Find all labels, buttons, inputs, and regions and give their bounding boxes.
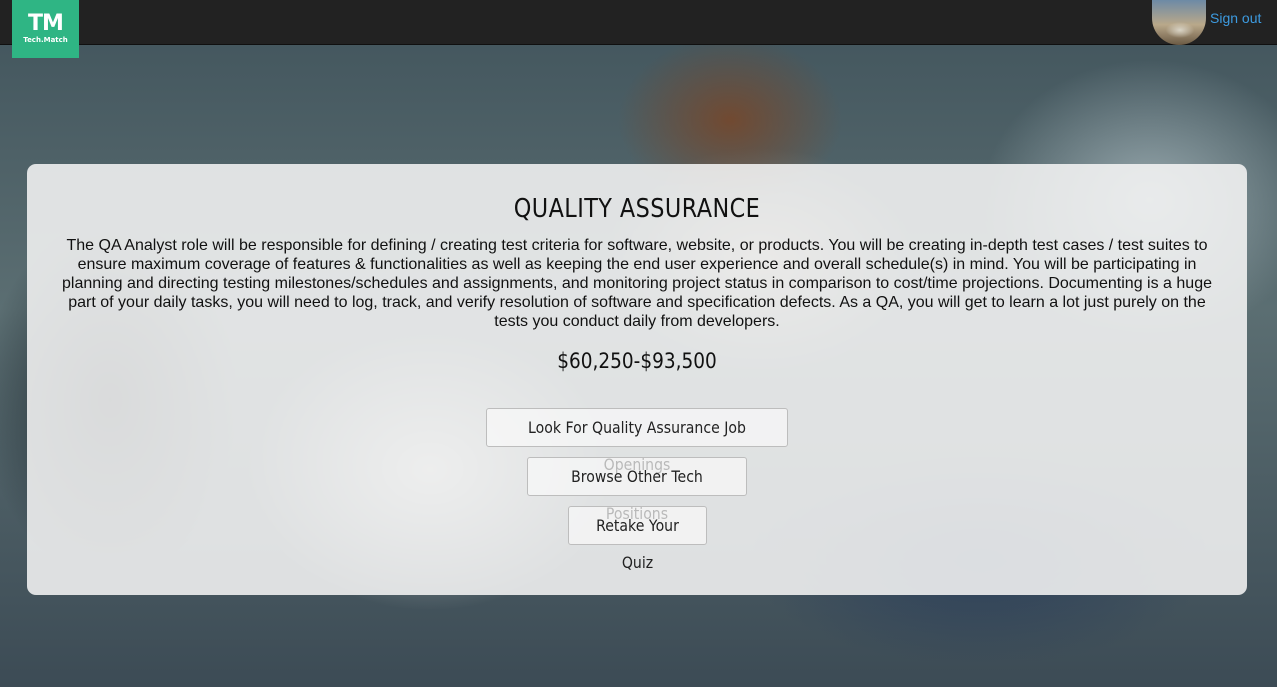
result-card: QUALITY ASSURANCE The QA Analyst role wi… bbox=[27, 164, 1247, 595]
logo-text: Tech.Match bbox=[23, 36, 68, 44]
position-description: The QA Analyst role will be responsible … bbox=[62, 237, 1212, 330]
sign-out-link[interactable]: Sign out bbox=[1210, 10, 1261, 26]
user-avatar[interactable] bbox=[1152, 0, 1206, 45]
salary-range: $60,250-$93,500 bbox=[557, 349, 717, 373]
top-navbar: Sign out bbox=[0, 0, 1277, 45]
position-title: QUALITY ASSURANCE bbox=[513, 194, 761, 224]
retake-quiz-button-label: Retake Your Quiz bbox=[596, 516, 679, 572]
retake-quiz-button[interactable]: Retake Your Quiz bbox=[568, 506, 707, 572]
logo-mark: TM bbox=[28, 11, 64, 36]
browse-positions-button[interactable]: Browse Other Tech Positions bbox=[527, 457, 747, 523]
job-openings-button[interactable]: Look For Quality Assurance Job Openings bbox=[486, 408, 788, 474]
tech-match-logo[interactable]: TM Tech.Match bbox=[12, 0, 79, 58]
